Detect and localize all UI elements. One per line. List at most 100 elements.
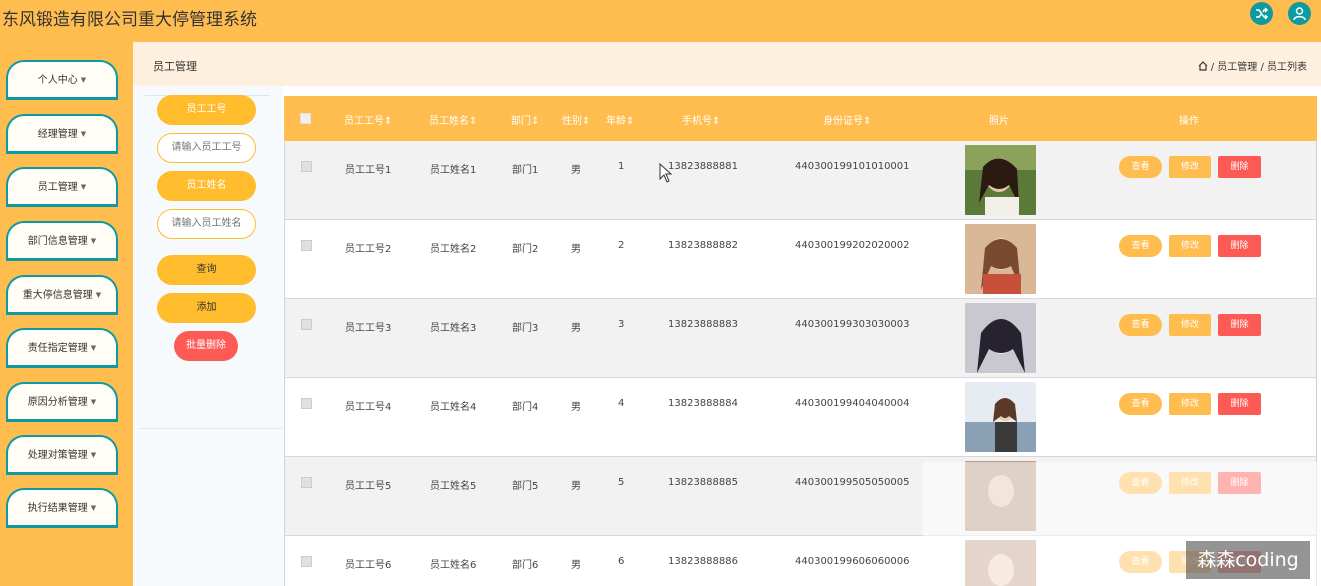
- cell-gender: 男: [571, 560, 581, 571]
- column-header-emp-no[interactable]: 员工工号⇕: [344, 112, 392, 127]
- breadcrumb-path[interactable]: / 员工管理 / 员工列表: [1211, 62, 1307, 73]
- view-button[interactable]: 查看: [1119, 235, 1162, 257]
- row-checkbox[interactable]: [301, 240, 312, 251]
- caret-down-icon: ▼: [90, 504, 97, 512]
- row-checkbox[interactable]: [301, 398, 312, 409]
- cell-age: 6: [618, 556, 625, 567]
- cell-id-card: 440300199606060006: [795, 556, 910, 567]
- view-button[interactable]: 查看: [1119, 314, 1162, 336]
- query-button[interactable]: 查询: [157, 255, 256, 285]
- cell-id-card: 440300199505050005: [795, 477, 910, 488]
- sidebar-item-personal-center[interactable]: 个人中心 ▼: [6, 60, 118, 100]
- cell-phone: 13823888884: [668, 398, 738, 409]
- cell-emp-name: 员工姓名4: [430, 402, 477, 413]
- user-icon[interactable]: [1288, 2, 1311, 25]
- sidebar-item-employee[interactable]: 员工管理 ▼: [6, 167, 118, 207]
- employee-photo: [965, 303, 1036, 373]
- column-header-photo: 照片: [989, 116, 1009, 127]
- column-header-gender[interactable]: 性别⇕: [562, 112, 590, 127]
- shuffle-icon[interactable]: [1250, 2, 1273, 25]
- employee-photo: [965, 224, 1036, 294]
- column-header-age[interactable]: 年龄⇕: [606, 112, 634, 127]
- sidebar-item-cause-analysis[interactable]: 原因分析管理 ▼: [6, 382, 118, 422]
- column-header-dept[interactable]: 部门⇕: [511, 112, 539, 127]
- column-header-actions: 操作: [1179, 116, 1199, 127]
- edit-button[interactable]: 修改: [1169, 314, 1211, 336]
- cell-dept: 部门6: [512, 560, 539, 571]
- sidebar-item-label: 员工管理: [37, 182, 78, 193]
- delete-button[interactable]: 删除: [1218, 393, 1261, 415]
- view-button[interactable]: 查看: [1119, 156, 1162, 178]
- cell-dept: 部门5: [512, 481, 539, 492]
- edit-button[interactable]: 修改: [1169, 393, 1211, 415]
- caret-down-icon: ▼: [80, 130, 87, 138]
- cell-dept: 部门1: [512, 165, 539, 176]
- cell-emp-name: 员工姓名1: [430, 165, 477, 176]
- cell-age: 3: [618, 319, 625, 330]
- cell-emp-name: 员工姓名6: [430, 560, 477, 571]
- cell-gender: 男: [571, 323, 581, 334]
- cell-id-card: 440300199404040004: [795, 398, 910, 409]
- cell-emp-no: 员工工号3: [345, 323, 392, 334]
- sidebar-item-countermeasure[interactable]: 处理对策管理 ▼: [6, 435, 118, 475]
- column-header-phone[interactable]: 手机号⇕: [682, 112, 720, 127]
- sidebar-item-label: 处理对策管理: [27, 450, 88, 461]
- caret-down-icon: ▼: [95, 291, 102, 299]
- caret-down-icon: ▼: [80, 183, 87, 191]
- row-checkbox[interactable]: [301, 477, 312, 488]
- row-checkbox[interactable]: [301, 161, 312, 172]
- page-title: 员工管理: [153, 60, 197, 73]
- sidebar: 个人中心 ▼ 经理管理 ▼ 员工管理 ▼ 部门信息管理 ▼ 重大停信息管理 ▼ 责任指定管…: [0, 42, 133, 586]
- sidebar-item-execution-result[interactable]: 执行结果管理 ▼: [6, 488, 118, 528]
- select-all-checkbox[interactable]: [300, 113, 311, 124]
- row-checkbox[interactable]: [301, 556, 312, 567]
- sidebar-item-major-stop[interactable]: 重大停信息管理 ▼: [6, 275, 118, 315]
- sidebar-item-responsibility[interactable]: 责任指定管理 ▼: [6, 328, 118, 368]
- view-button[interactable]: 查看: [1119, 393, 1162, 415]
- table-header: 员工工号⇕ 员工姓名⇕ 部门⇕ 性别⇕ 年龄⇕ 手机号⇕ 身份证号⇕ 照片 操作: [284, 96, 1317, 141]
- add-button[interactable]: 添加: [157, 293, 256, 323]
- cell-gender: 男: [571, 165, 581, 176]
- delete-button[interactable]: 删除: [1218, 314, 1261, 336]
- cell-age: 2: [618, 240, 625, 251]
- emp-name-label: 员工姓名: [157, 171, 256, 201]
- column-header-emp-name[interactable]: 员工姓名⇕: [429, 112, 477, 127]
- sidebar-item-department[interactable]: 部门信息管理 ▼: [6, 221, 118, 261]
- cell-age: 1: [618, 161, 625, 172]
- table-row: 员工工号2 员工姓名2 部门2 男 2 13823888882 44030019…: [284, 220, 1317, 299]
- sidebar-item-label: 重大停信息管理: [22, 290, 93, 301]
- emp-name-input[interactable]: [157, 209, 256, 239]
- sidebar-item-manager[interactable]: 经理管理 ▼: [6, 114, 118, 154]
- edit-button[interactable]: 修改: [1169, 156, 1211, 178]
- sidebar-item-label: 责任指定管理: [27, 343, 88, 354]
- top-header: 东风锻造有限公司重大停管理系统: [0, 0, 1321, 42]
- employee-photo: [965, 382, 1036, 452]
- caret-down-icon: ▼: [90, 237, 97, 245]
- emp-no-input[interactable]: [157, 133, 256, 163]
- cell-emp-no: 员工工号6: [345, 560, 392, 571]
- cell-phone: 13823888883: [668, 319, 738, 330]
- cell-gender: 男: [571, 402, 581, 413]
- cell-age: 5: [618, 477, 625, 488]
- sidebar-item-label: 经理管理: [37, 129, 78, 140]
- cell-emp-no: 员工工号1: [345, 165, 392, 176]
- cell-emp-no: 员工工号2: [345, 244, 392, 255]
- app-title: 东风锻造有限公司重大停管理系统: [2, 10, 257, 30]
- delete-button[interactable]: 删除: [1218, 156, 1261, 178]
- delete-button[interactable]: 删除: [1218, 235, 1261, 257]
- cell-gender: 男: [571, 244, 581, 255]
- cell-emp-no: 员工工号4: [345, 402, 392, 413]
- row-checkbox[interactable]: [301, 319, 312, 330]
- column-header-id-card[interactable]: 身份证号⇕: [823, 112, 871, 127]
- cell-emp-no: 员工工号5: [345, 481, 392, 492]
- edit-button[interactable]: 修改: [1169, 235, 1211, 257]
- cell-dept: 部门3: [512, 323, 539, 334]
- table-row: 员工工号1 员工姓名1 部门1 男 1 13823888881 44030019…: [284, 141, 1317, 220]
- cell-phone: 13823888886: [668, 556, 738, 567]
- sidebar-item-label: 原因分析管理: [27, 397, 88, 408]
- batch-delete-button[interactable]: 批量删除: [174, 331, 238, 361]
- watermark: 森森coding: [1186, 541, 1310, 579]
- breadcrumb-bar: 员工管理 / 员工管理 / 员工列表: [133, 42, 1321, 86]
- caret-down-icon: ▼: [80, 76, 87, 84]
- home-icon[interactable]: [1198, 61, 1208, 71]
